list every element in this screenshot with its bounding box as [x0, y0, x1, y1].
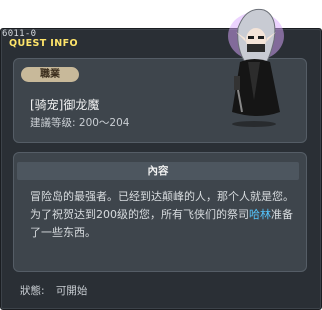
status-label: 狀態:	[20, 285, 45, 297]
window-title: QUEST INFO	[9, 38, 78, 49]
recommended-level: 建議等级: 200～204	[30, 115, 129, 130]
status-value: 可開始	[55, 285, 88, 297]
recommended-level-label: 建議等级:	[30, 117, 76, 129]
content-header: 內容	[17, 162, 299, 180]
quest-description: 冒险岛的最强者。已经到达颠峰的人，那个人就是您。为了祝贺达到200级的您，所有飞…	[30, 188, 298, 242]
job-badge: 職業	[21, 67, 79, 82]
npc-name-link: 哈林	[249, 208, 271, 221]
npc-portrait-icon	[228, 8, 284, 127]
job-name: [骑宠]御龙魔	[30, 98, 100, 112]
recommended-level-range: 200～204	[78, 117, 130, 129]
quest-status: 狀態: 可開始	[20, 283, 87, 298]
